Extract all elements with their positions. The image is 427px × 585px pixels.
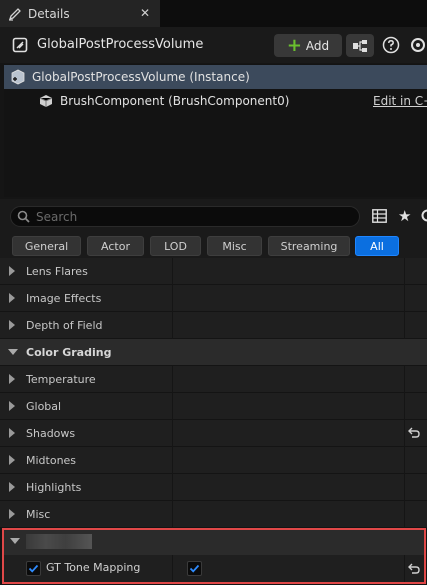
edit-in-cpp-link[interactable]: Edit in C++: [373, 94, 427, 108]
property-row-misc[interactable]: Misc: [0, 501, 427, 528]
column-divider: [404, 474, 405, 501]
plus-icon: +: [286, 34, 302, 56]
expand-arrow-icon[interactable]: [9, 482, 15, 492]
expand-arrow-icon[interactable]: [9, 374, 15, 384]
column-divider: [404, 258, 405, 285]
property-label: Highlights: [26, 481, 82, 494]
expand-arrow-icon[interactable]: [9, 266, 15, 276]
property-label: Global: [26, 400, 62, 413]
blueprint-hierarchy-icon: [353, 39, 367, 52]
search-icon: [17, 210, 30, 223]
property-label: Image Effects: [26, 292, 102, 305]
column-divider: [404, 285, 405, 312]
filter-all[interactable]: All: [355, 236, 399, 256]
column-divider: [172, 285, 173, 312]
search-input[interactable]: [36, 209, 336, 224]
column-divider: [172, 393, 173, 420]
expand-arrow-icon[interactable]: [9, 428, 15, 438]
table-view-icon[interactable]: [372, 209, 387, 223]
collapse-arrow-icon[interactable]: [8, 349, 18, 355]
filter-lod[interactable]: LOD: [150, 236, 201, 256]
tree-item-root[interactable]: GlobalPostProcessVolume (Instance): [4, 65, 427, 89]
filter-misc[interactable]: Misc: [207, 236, 262, 256]
property-label: Depth of Field: [26, 319, 103, 332]
property-row-midtones[interactable]: Midtones: [0, 447, 427, 474]
filter-streaming[interactable]: Streaming: [268, 236, 350, 256]
column-divider: [404, 447, 405, 474]
column-divider: [172, 420, 173, 447]
add-component-button[interactable]: + Add: [274, 34, 342, 57]
post-process-volume-icon: [12, 37, 28, 53]
column-divider: [404, 501, 405, 528]
property-label: Misc: [26, 508, 51, 521]
close-icon[interactable]: ✕: [140, 6, 150, 20]
expand-arrow-icon[interactable]: [9, 509, 15, 519]
property-row-image-effects[interactable]: Image Effects: [0, 285, 427, 312]
tree-item-label: GlobalPostProcessVolume (Instance): [32, 70, 250, 84]
property-row-lens-flares[interactable]: Lens Flares: [0, 258, 427, 285]
expand-arrow-icon[interactable]: [9, 293, 15, 303]
property-label: Lens Flares: [26, 265, 88, 278]
volume-component-icon: [11, 69, 25, 85]
property-label: Shadows: [26, 427, 76, 440]
column-divider: [404, 312, 405, 339]
property-row-temperature[interactable]: Temperature: [0, 366, 427, 393]
property-row-depth-of-field[interactable]: Depth of Field: [0, 312, 427, 339]
tab-strip: Details ✕: [0, 0, 427, 27]
category-label: Color Grading: [26, 346, 112, 359]
column-divider: [172, 258, 173, 285]
reset-to-default-icon[interactable]: [407, 426, 421, 440]
column-divider: [172, 312, 173, 339]
property-label: Temperature: [26, 373, 96, 386]
expand-arrow-icon[interactable]: [9, 455, 15, 465]
details-header: GlobalPostProcessVolume + Add: [0, 27, 427, 63]
blueprint-button[interactable]: [346, 34, 374, 57]
column-divider: [172, 447, 173, 474]
actor-name: GlobalPostProcessVolume: [37, 37, 204, 52]
star-icon[interactable]: ★: [398, 207, 411, 225]
gear-icon[interactable]: [409, 36, 427, 54]
expand-arrow-icon[interactable]: [9, 320, 15, 330]
tree-item-brush[interactable]: BrushComponent (BrushComponent0) Edit in…: [4, 89, 427, 113]
settings-icon[interactable]: [420, 208, 427, 223]
column-divider: [172, 366, 173, 393]
category-color-grading[interactable]: Color Grading: [0, 339, 427, 366]
pencil-icon: [8, 7, 21, 21]
filter-actor[interactable]: Actor: [87, 236, 144, 256]
help-icon[interactable]: [382, 36, 400, 54]
tab-details[interactable]: Details ✕: [0, 0, 160, 27]
add-button-label: Add: [305, 38, 330, 53]
filter-general[interactable]: General: [12, 236, 81, 256]
search-field[interactable]: [10, 206, 360, 227]
property-row-highlights[interactable]: Highlights: [0, 474, 427, 501]
property-row-global[interactable]: Global: [0, 393, 427, 420]
tab-title: Details: [28, 6, 70, 21]
component-tree: GlobalPostProcessVolume (Instance) Brush…: [4, 64, 427, 197]
search-bar: ★: [0, 199, 427, 233]
column-divider: [404, 366, 405, 393]
property-row-shadows[interactable]: Shadows: [0, 420, 427, 447]
column-divider: [172, 474, 173, 501]
tree-item-label: BrushComponent (BrushComponent0): [60, 94, 290, 108]
column-divider: [172, 501, 173, 528]
filter-bar: General Actor LOD Misc Streaming All: [0, 233, 427, 260]
brush-component-icon: [39, 95, 53, 107]
highlight-outline: [2, 528, 426, 584]
column-divider: [404, 420, 405, 447]
column-divider: [404, 393, 405, 420]
expand-arrow-icon[interactable]: [9, 401, 15, 411]
property-label: Midtones: [26, 454, 77, 467]
